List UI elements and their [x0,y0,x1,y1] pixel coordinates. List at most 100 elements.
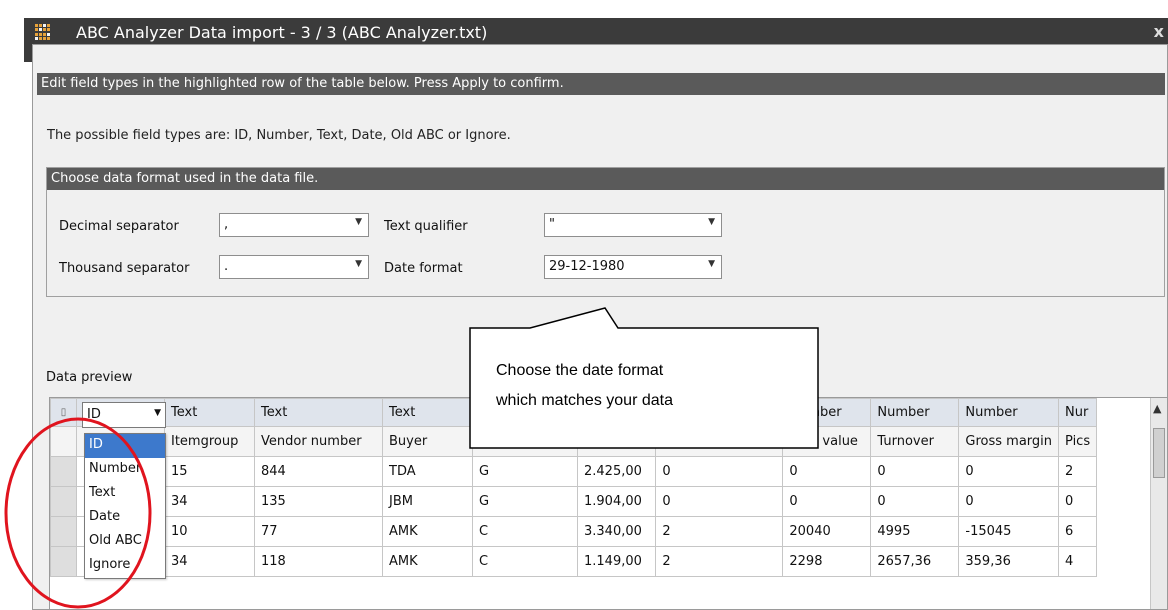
row-selector[interactable] [50,456,77,487]
callout-line-2: which matches your data [496,392,673,409]
header-cell: Itemgroup [164,426,255,457]
table-row: 10 77 AMK C 3.340,00 2 20040 4995 -15045… [50,516,1098,547]
field-type-dropdown: ID Number Text Date Old ABC Ignore [84,433,166,579]
table-cell: 10 [164,516,255,547]
table-cell: 20040 [782,516,872,547]
decimal-separator-value: , [224,217,229,232]
row-selector[interactable] [50,516,77,547]
type-cell[interactable] [655,398,784,427]
table-cell: 2 [655,546,784,577]
header-cell: Buyer [382,426,473,457]
table-cell: 0 [782,456,872,487]
scroll-thumb[interactable] [1153,428,1165,478]
row-selector[interactable] [50,546,77,577]
table-cell: 77 [254,516,383,547]
header-cell: Pics [1058,426,1098,457]
type-cell[interactable]: Number [958,398,1060,427]
table-cell: 2657,36 [870,546,960,577]
vertical-scrollbar[interactable]: ▲ [1150,398,1167,609]
text-qualifier-select[interactable]: " ▼ [544,213,722,237]
dropdown-option-ignore[interactable]: Ignore [85,554,165,578]
dropdown-option-id[interactable]: ID [85,434,165,458]
chevron-down-icon: ▼ [708,217,715,227]
id-field-type-select[interactable]: ID ▼ [82,402,166,428]
close-icon[interactable]: x [1154,22,1164,41]
row-selector[interactable] [50,426,77,457]
data-format-header: Choose data format used in the data file… [47,168,1164,190]
header-cell: Turnover [870,426,960,457]
data-format-panel: Choose data format used in the data file… [46,167,1165,297]
table-cell: 135 [254,486,383,517]
table-cell: AMK [382,546,473,577]
id-field-type-value: ID [87,407,101,422]
row-selector[interactable] [50,486,77,517]
table-cell: 0 [1058,486,1098,517]
dropdown-option-old-abc[interactable]: Old ABC [85,530,165,554]
dropdown-option-text[interactable]: Text [85,482,165,506]
thousand-separator-label: Thousand separator [59,261,190,276]
table-cell: 0 [870,486,960,517]
table-cell: C [472,516,578,547]
chevron-down-icon: ▼ [355,259,362,269]
type-cell[interactable]: Text [254,398,383,427]
table-cell: 2 [1058,456,1098,487]
table-cell: 0 [655,456,784,487]
table-cell: 15 [164,456,255,487]
header-cell: Cost value [782,426,872,457]
table-row: 34 135 JBM G 1.904,00 0 0 0 0 0 [50,486,1098,517]
table-cell: 6 [1058,516,1098,547]
table-cell: 34 [164,486,255,517]
decimal-separator-label: Decimal separator [59,219,179,234]
header-cell: Sold items units [655,426,784,457]
field-types-info: The possible field types are: ID, Number… [47,128,511,143]
window-title: ABC Analyzer Data import - 3 / 3 (ABC An… [76,23,488,42]
table-cell: 4995 [870,516,960,547]
chevron-down-icon: ▼ [708,259,715,269]
text-qualifier-value: " [549,217,555,232]
type-cell[interactable]: Nur [1058,398,1098,427]
column-header-row: ID Itemgroup Vendor number Buyer Stock l… [50,426,1098,457]
table-cell: 359,36 [958,546,1060,577]
table-cell: 0 [870,456,960,487]
table-cell: 844 [254,456,383,487]
table-cell: TDA [382,456,473,487]
table-cell: AMK [382,516,473,547]
table-cell: 0 [655,486,784,517]
table-cell: 0 [958,486,1060,517]
dropdown-option-number[interactable]: Number [85,458,165,482]
dropdown-option-date[interactable]: Date [85,506,165,530]
chevron-down-icon: ▼ [355,217,362,227]
table-cell: -15045 [958,516,1060,547]
table-cell: G [472,456,578,487]
data-preview-grid: ▯ Text Text Text Number Number Number Nu… [49,397,1168,610]
table-cell: 1.149,00 [576,546,657,577]
date-format-label: Date format [384,261,463,276]
table-cell: 34 [164,546,255,577]
header-cell: Vendor number [254,426,383,457]
table-cell: 0 [782,486,872,517]
type-cell[interactable]: Number [782,398,872,427]
type-cell[interactable]: Text [164,398,255,427]
date-format-select[interactable]: 29-12-1980 ▼ [544,255,722,279]
table-cell: 118 [254,546,383,577]
header-cell: Stock location [472,426,578,457]
table-cell: C [472,546,578,577]
date-format-value: 29-12-1980 [549,259,625,274]
table-cell: G [472,486,578,517]
table-cell: 4 [1058,546,1098,577]
info-header: Edit field types in the highlighted row … [37,73,1165,95]
header-cell: Cost price [576,426,657,457]
type-cell[interactable]: Text [382,398,473,427]
callout-line-1: Choose the date format [496,362,664,379]
table-cell: 2 [655,516,784,547]
text-qualifier-label: Text qualifier [384,219,468,234]
header-cell: Gross margin [958,426,1060,457]
decimal-separator-select[interactable]: , ▼ [219,213,369,237]
scroll-up-icon[interactable]: ▲ [1153,402,1161,415]
table-cell: 0 [958,456,1060,487]
table-cell: 2298 [782,546,872,577]
thousand-separator-select[interactable]: . ▼ [219,255,369,279]
type-cell[interactable]: Number [870,398,960,427]
thousand-separator-value: . [224,259,229,274]
table-row: 15 844 TDA G 2.425,00 0 0 0 0 2 [50,456,1098,487]
